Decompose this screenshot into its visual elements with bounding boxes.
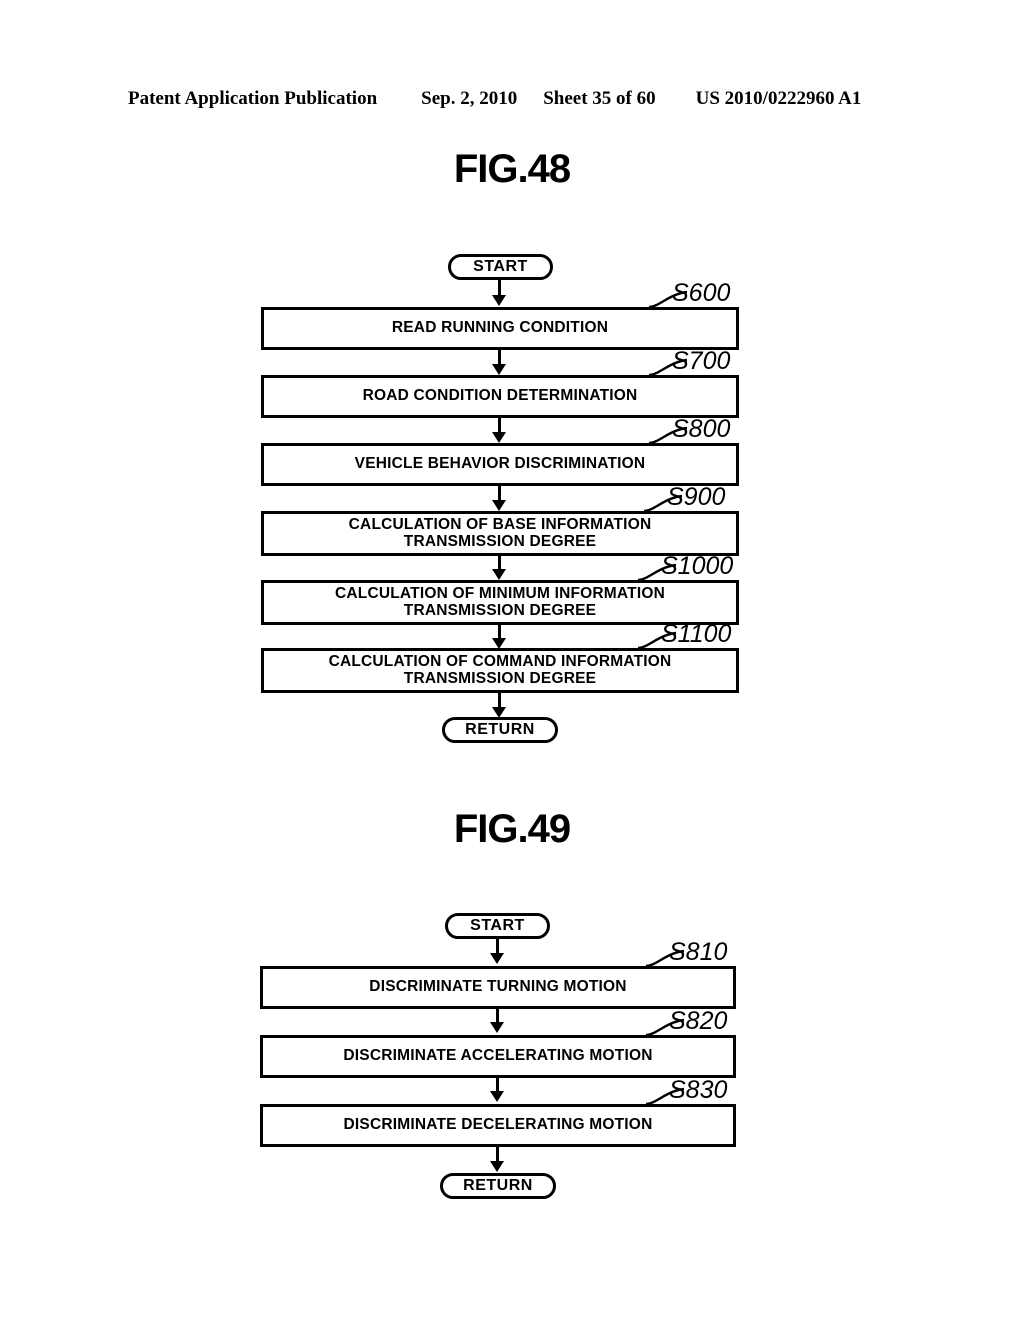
fig48-start-terminal: START: [448, 254, 553, 280]
fig48-arrowhead-s800-s900: [492, 500, 506, 511]
fig49-arrowhead-s820-s830: [490, 1091, 504, 1102]
fig48-step-ref-s600: S600: [672, 279, 731, 307]
fig48-step-s800-box: VEHICLE BEHAVIOR DISCRIMINATION: [261, 443, 739, 486]
fig48-step-ref-s700: S700: [672, 347, 731, 375]
fig48-step-s1000-box: CALCULATION OF MINIMUM INFORMATION TRANS…: [261, 580, 739, 625]
fig49-step-s830-text: DISCRIMINATE DECELERATING MOTION: [343, 1116, 653, 1134]
fig48-arrowhead-s900-s1000: [492, 569, 506, 580]
fig48-start-label: START: [473, 258, 528, 275]
fig49-arrowhead-start-s810: [490, 953, 504, 964]
fig48-step-s1100-box: CALCULATION OF COMMAND INFORMATION TRANS…: [261, 648, 739, 693]
fig49-step-ref-s810: S810: [669, 938, 728, 966]
fig48-return-terminal: RETURN: [442, 717, 558, 743]
fig49-step-ref-s820: S820: [669, 1007, 728, 1035]
fig49-step-ref-s830: S830: [669, 1076, 728, 1104]
fig49-step-s810-box: DISCRIMINATE TURNING MOTION: [260, 966, 736, 1009]
fig49-step-s810-text: DISCRIMINATE TURNING MOTION: [369, 978, 627, 996]
fig49-return-label: RETURN: [463, 1177, 533, 1194]
fig49-arrowhead-s830-return: [490, 1161, 504, 1172]
fig48-step-ref-s1000: S1000: [661, 552, 734, 580]
fig48-arrowhead-s700-s800: [492, 432, 506, 443]
fig49-step-s830-box: DISCRIMINATE DECELERATING MOTION: [260, 1104, 736, 1147]
fig48-return-label: RETURN: [465, 721, 535, 738]
header-sheet-number: Sheet 35 of 60: [543, 88, 656, 109]
fig48-step-s600-text: READ RUNNING CONDITION: [391, 319, 609, 337]
fig48-step-s800-text: VEHICLE BEHAVIOR DISCRIMINATION: [354, 455, 646, 473]
fig49-start-terminal: START: [445, 913, 550, 939]
fig48-step-s1000-text-line2: TRANSMISSION DEGREE: [403, 601, 597, 619]
fig49-step-s820-text: DISCRIMINATE ACCELERATING MOTION: [343, 1047, 653, 1065]
figure-48-title: FIG.48: [453, 147, 571, 191]
fig48-step-ref-s1100: S1100: [661, 620, 732, 648]
header-date: Sep. 2, 2010: [421, 88, 518, 109]
fig48-step-s700-text: ROAD CONDITION DETERMINATION: [362, 387, 638, 405]
page-header: Patent Application Publication Sep. 2, 2…: [128, 88, 896, 110]
fig49-arrowhead-s810-s820: [490, 1022, 504, 1033]
fig48-step-s1000-text-line1: CALCULATION OF MINIMUM INFORMATION: [335, 584, 665, 602]
fig48-step-s900-text-line1: CALCULATION OF BASE INFORMATION: [348, 515, 652, 533]
fig49-step-s820-box: DISCRIMINATE ACCELERATING MOTION: [260, 1035, 736, 1078]
figure-49-title: FIG.49: [453, 807, 571, 851]
fig48-step-s1100-text-line1: CALCULATION OF COMMAND INFORMATION: [328, 652, 672, 670]
fig48-arrowhead-start-s600: [492, 295, 506, 306]
fig48-step-s900-text-line2: TRANSMISSION DEGREE: [403, 532, 597, 550]
header-publication: Patent Application Publication: [128, 88, 378, 109]
fig48-arrowhead-s600-s700: [492, 364, 506, 375]
fig48-step-s900-box: CALCULATION OF BASE INFORMATION TRANSMIS…: [261, 511, 739, 556]
fig49-return-terminal: RETURN: [440, 1173, 556, 1199]
fig49-start-label: START: [470, 917, 525, 934]
fig48-step-ref-s800: S800: [672, 415, 731, 443]
fig48-step-ref-s900: S900: [667, 483, 726, 511]
fig48-step-s600-box: READ RUNNING CONDITION: [261, 307, 739, 350]
fig48-step-s700-box: ROAD CONDITION DETERMINATION: [261, 375, 739, 418]
header-patent-number: US 2010/0222960 A1: [695, 88, 862, 109]
fig48-step-s1100-text-line2: TRANSMISSION DEGREE: [403, 669, 597, 687]
